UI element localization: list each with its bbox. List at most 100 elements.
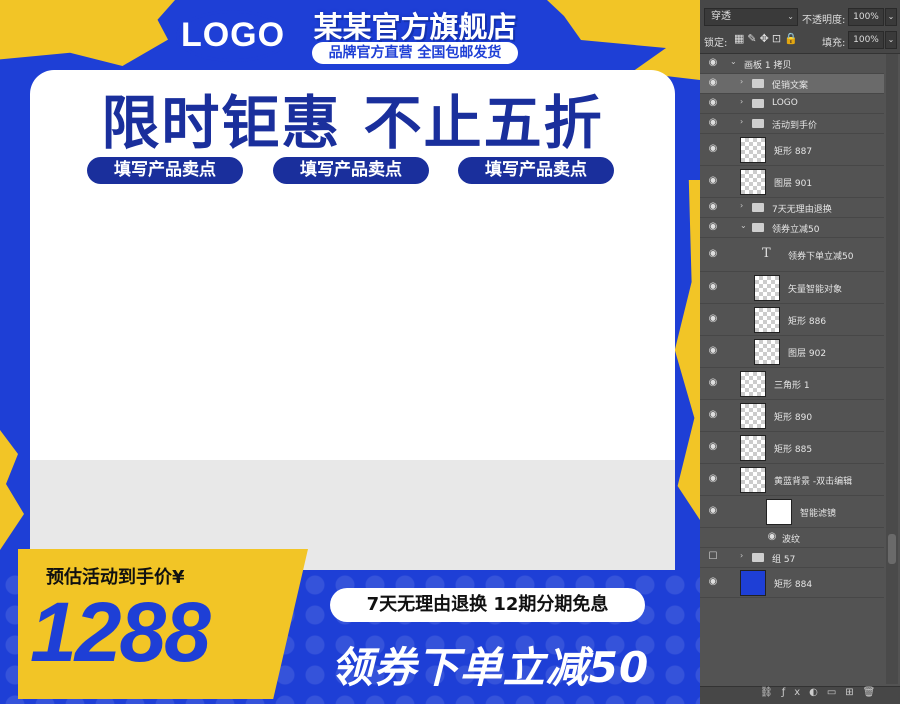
layer-name: 7天无理由退换 [772,205,832,215]
chevron-right-icon[interactable]: › [740,97,748,106]
layer-thumbnail [740,169,766,195]
logo-text: LOGO [180,16,286,54]
folder-icon [752,79,764,88]
eye-icon[interactable]: ◉ [707,505,719,516]
eye-icon[interactable]: ◉ [707,117,719,128]
layer-row[interactable]: ☐ › 组 57 [700,548,884,568]
layers-panel: 穿透 ⌄ 不透明度: 100% ⌄ 锁定: ▦✎✥⊡🔒 填充: 100% ⌄ ◉… [700,0,900,704]
layer-name: 活动到手价 [772,121,818,131]
layer-row[interactable]: ◉ 波纹 [700,528,884,548]
visibility-toggle-icon[interactable]: ☐ [707,551,719,562]
layer-thumbnail [754,307,780,333]
chevron-right-icon[interactable]: › [740,77,748,86]
layer-row[interactable]: ◉ ⌄ 领券立减50 [700,218,884,238]
layers-toolbar: 穿透 ⌄ 不透明度: 100% ⌄ 锁定: ▦✎✥⊡🔒 填充: 100% ⌄ [700,0,900,54]
layer-row[interactable]: ◉ ⌄ 画板 1 拷贝 [700,54,884,74]
layer-name: 领券立减50 [772,225,820,235]
layer-name: 矩形 886 [788,317,827,327]
policy-badge: 7天无理由退换 12期分期免息 [330,588,645,622]
eye-icon[interactable]: ◉ [707,313,719,324]
layer-name: 组 57 [772,555,796,565]
layer-name: 促销文案 [772,81,809,91]
chevron-right-icon[interactable]: › [740,117,748,126]
eye-icon[interactable]: ◉ [707,57,719,68]
eye-icon[interactable]: ◉ [707,281,719,292]
folder-icon [752,119,764,128]
opacity-label: 不透明度: [802,15,846,26]
eye-icon[interactable]: ◉ [707,409,719,420]
store-subtitle: 品牌官方直营 全国包邮发货 [312,42,518,64]
opacity-input[interactable]: 100% [848,8,884,26]
layer-row[interactable]: ◉ 黄蓝背景 -双击编辑 [700,464,884,496]
layer-thumbnail [754,275,780,301]
layer-thumbnail [740,467,766,493]
fill-input[interactable]: 100% [848,31,884,49]
chevron-right-icon[interactable]: › [740,201,748,210]
layer-row[interactable]: ◉ 矩形 884 [700,568,884,598]
fill-dropdown-icon[interactable]: ⌄ [885,31,897,49]
layer-row[interactable]: ◉ › 7天无理由退换 [700,198,884,218]
layer-row[interactable]: ◉ 图层 901 [700,166,884,198]
chevron-right-icon[interactable]: › [740,551,748,560]
eye-icon[interactable]: ◉ [707,143,719,154]
filter-mask-thumbnail [766,499,792,525]
eye-icon[interactable]: ◉ [707,377,719,388]
layers-list: ◉ ⌄ 画板 1 拷贝 ◉ › 促销文案 ◉ › LOGO ◉ › 活动到手价 ◉ 矩形 887 ◉ 图层 9… [700,54,884,684]
folder-icon [752,203,764,212]
layers-footer-icons[interactable]: ⛓ƒx◐▭⊞🗑 [700,686,900,704]
eye-icon[interactable]: ◉ [707,97,719,108]
layer-row[interactable]: ◉ 矩形 887 [700,134,884,166]
layer-name: 图层 901 [774,179,813,189]
eye-icon[interactable]: ◉ [707,441,719,452]
selling-point-3: 填写产品卖点 [458,157,614,184]
layer-name: LOGO [772,98,798,108]
layer-name: 矩形 887 [774,147,813,157]
layer-row[interactable]: ◉ T 领券下单立减50 [700,238,884,272]
layer-name: 波纹 [782,535,801,545]
eye-icon[interactable]: ◉ [766,531,778,542]
layer-name: 三角形 1 [774,381,810,391]
layer-thumbnail [740,435,766,461]
headline: 限时钜惠 不止五折 [101,89,604,157]
eye-icon[interactable]: ◉ [707,576,719,587]
opacity-dropdown-icon[interactable]: ⌄ [885,8,897,26]
layer-row[interactable]: ◉ 智能滤镜 [700,496,884,528]
chevron-down-icon[interactable]: ⌄ [740,221,748,230]
layer-row[interactable]: ◉ 矩形 886 [700,304,884,336]
lock-label: 锁定: [704,38,728,49]
eye-icon[interactable]: ◉ [707,201,719,212]
scroll-thumb[interactable] [888,534,896,564]
folder-icon [752,99,764,108]
price-value: 1288 [30,585,211,679]
eye-icon[interactable]: ◉ [707,473,719,484]
layer-row[interactable]: ◉ 图层 902 [700,336,884,368]
coupon-text: 领券下单立减50 [330,643,650,692]
text-layer-icon: T [762,246,771,261]
eye-icon[interactable]: ◉ [707,175,719,186]
layer-name: 矩形 884 [774,580,813,590]
layer-name: 矩形 885 [774,445,813,455]
selling-point-2: 填写产品卖点 [273,157,429,184]
folder-icon [752,223,764,232]
layer-row[interactable]: ◉ 三角形 1 [700,368,884,400]
layer-row[interactable]: ◉ 矢量智能对象 [700,272,884,304]
eye-icon[interactable]: ◉ [707,221,719,232]
eye-icon[interactable]: ◉ [707,77,719,88]
layer-name: 矩形 890 [774,413,813,423]
lock-icons[interactable]: ▦✎✥⊡🔒 [734,32,814,45]
layer-row[interactable]: ◉ › 促销文案 [700,74,884,94]
eye-icon[interactable]: ◉ [707,345,719,356]
store-name: 某某官方旗舰店 [313,10,517,44]
layers-scrollbar[interactable] [886,54,898,684]
layer-row[interactable]: ◉ 矩形 885 [700,432,884,464]
layer-name: 矢量智能对象 [788,285,843,295]
layer-row[interactable]: ◉ › LOGO [700,94,884,114]
chevron-down-icon[interactable]: ⌄ [730,57,738,66]
eye-icon[interactable]: ◉ [707,248,719,259]
blend-mode-select[interactable]: 穿透 ⌄ [704,8,798,26]
layer-row[interactable]: ◉ 矩形 890 [700,400,884,432]
design-canvas[interactable]: LOGO 某某官方旗舰店 品牌官方直营 全国包邮发货 限时钜惠 不止五折 填写产… [0,0,700,704]
layer-row[interactable]: ◉ › 活动到手价 [700,114,884,134]
layer-name: 画板 1 拷贝 [744,61,792,71]
fill-label: 填充: [822,38,846,49]
